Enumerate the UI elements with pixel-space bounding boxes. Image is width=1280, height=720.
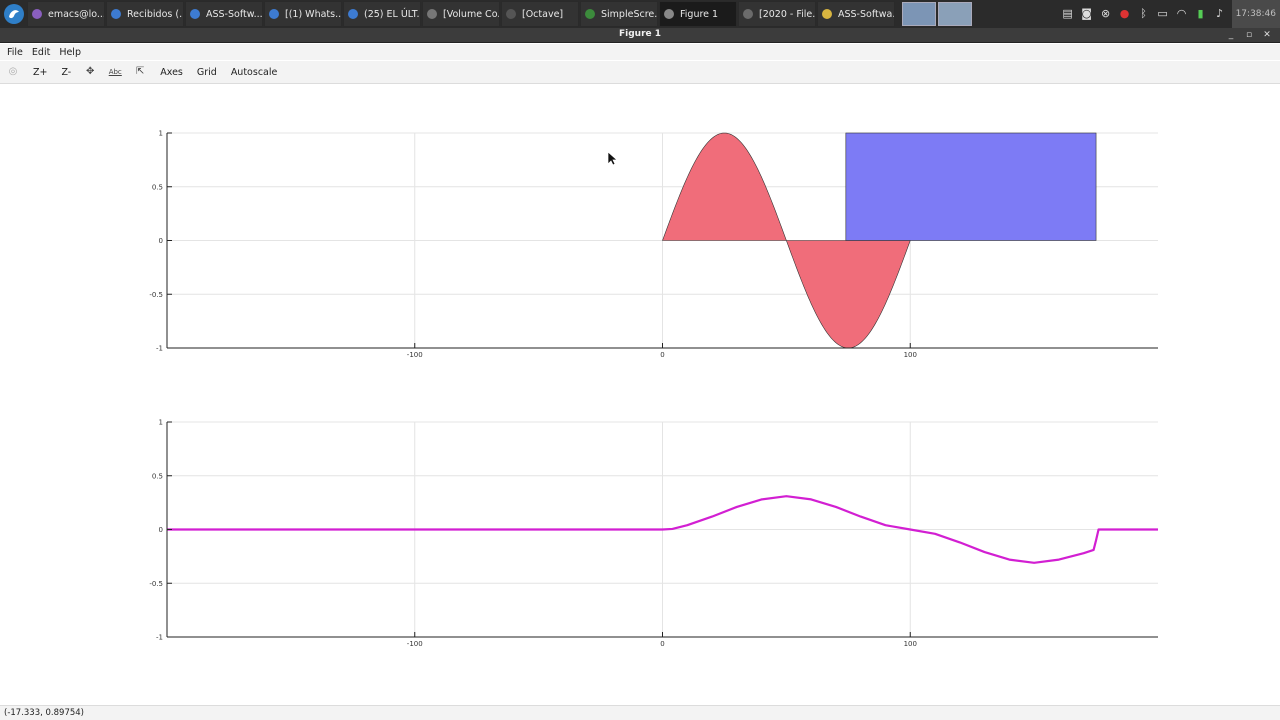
distro-logo-icon (4, 4, 24, 24)
taskbar-task[interactable]: [(1) Whats... (264, 1, 342, 27)
taskbar-task[interactable]: ASS-Softwa... (817, 1, 895, 27)
x-tick-label: 100 (904, 640, 917, 648)
taskbar-task[interactable]: Figure 1 (659, 1, 737, 27)
clipboard-icon[interactable]: ▤ (1061, 7, 1075, 21)
folder-icon (743, 9, 753, 19)
volume-icon (427, 9, 437, 19)
zoom-out-button[interactable]: Z- (61, 67, 71, 78)
y-tick-label: 0 (159, 237, 163, 245)
firefox-icon (348, 9, 358, 19)
taskbar-task[interactable]: (25) EL ÚLT... (343, 1, 421, 27)
x-tick-label: -100 (407, 640, 423, 648)
start-menu-button[interactable] (1, 1, 27, 27)
taskbar-task-label: [2020 - File... (759, 8, 816, 20)
camera-icon[interactable]: ◙ (1080, 7, 1094, 21)
axes-button[interactable]: Axes (160, 67, 183, 78)
octave-icon (506, 9, 516, 19)
window-controls: _ ▫ ✕ (1222, 28, 1276, 42)
launcher-area (902, 2, 974, 26)
bluetooth-icon[interactable]: ᛒ (1137, 7, 1151, 21)
taskbar-task-label: SimpleScre... (601, 8, 658, 20)
clock[interactable]: 17:38:46 (1231, 0, 1280, 28)
y-tick-label: 1 (159, 419, 163, 427)
status-bar: (-17.333, 0.89754) (0, 705, 1280, 720)
taskbar-task[interactable]: [Octave] (501, 1, 579, 27)
x-tick-label: 0 (660, 640, 664, 648)
taskbar-task[interactable]: emacs@lo... (27, 1, 105, 27)
window-titlebar[interactable]: Figure 1 _ ▫ ✕ (0, 28, 1280, 43)
taskbar-task-label: ASS-Softwa... (838, 8, 895, 20)
simplescreenrecorder-icon (585, 9, 595, 19)
y-tick-label: 0 (159, 526, 163, 534)
menu-help[interactable]: Help (59, 47, 81, 58)
close-button[interactable]: ✕ (1258, 28, 1276, 42)
taskbar-task-label: emacs@lo... (48, 8, 105, 20)
taskbar-task-label: ASS-Softw... (206, 8, 263, 20)
select-pointer-icon[interactable]: ⇱ (133, 65, 147, 79)
taskbar-task-label: Recibidos (... (127, 8, 184, 20)
taskbar-task-label: (25) EL ÚLT... (364, 8, 421, 20)
grid-button[interactable]: Grid (197, 67, 217, 78)
terminal-icon[interactable]: ▭ (1156, 7, 1170, 21)
figure-canvas[interactable]: -1 -0.5 0 0.5 1 -100 0 100 -1 -0.5 0 0.5 1 -100 0 100 (0, 85, 1280, 705)
y-tick-label: -1 (156, 345, 163, 353)
cursor-coordinates: (-17.333, 0.89754) (4, 708, 84, 718)
taskbar-task-label: [Octave] (522, 8, 564, 20)
emacs-icon (32, 9, 42, 19)
y-tick-label: -0.5 (149, 291, 163, 299)
taskbar-task-label: Figure 1 (680, 8, 719, 20)
firefox-icon (111, 9, 121, 19)
taskbar-task[interactable]: [2020 - File... (738, 1, 816, 27)
volume-icon[interactable]: ♪ (1213, 7, 1227, 21)
autoscale-button[interactable]: Autoscale (231, 67, 278, 78)
zoom-in-button[interactable]: Z+ (33, 67, 47, 78)
record-icon[interactable]: ● (1118, 7, 1132, 21)
minimize-button[interactable]: _ (1222, 28, 1240, 42)
firefox-icon (269, 9, 279, 19)
wifi-icon[interactable]: ◠ (1175, 7, 1189, 21)
battery-icon[interactable]: ▮ (1194, 7, 1208, 21)
window-title: Figure 1 (618, 29, 662, 39)
firefox-icon (190, 9, 200, 19)
text-tool-icon[interactable]: Abc (108, 65, 122, 79)
rotate-icon[interactable]: ◎ (6, 65, 20, 79)
system-tray: ▤ ◙ ⊗ ● ᛒ ▭ ◠ ▮ ♪ 17:38:46 (1061, 0, 1280, 28)
taskbar-task[interactable]: SimpleScre... (580, 1, 658, 27)
plot-svg: -1 -0.5 0 0.5 1 -100 0 100 -1 -0.5 0 0.5 1 -100 0 100 (149, 130, 1158, 648)
rect-area-series (845, 132, 1097, 241)
maximize-button[interactable]: ▫ (1240, 28, 1258, 42)
pan-icon[interactable]: ✥ (83, 65, 97, 79)
octave-icon (664, 9, 674, 19)
folder-icon (822, 9, 832, 19)
launcher-thumbnail[interactable] (902, 2, 936, 26)
task-list: emacs@lo... Recibidos (... ASS-Softw... [(1… (27, 1, 896, 27)
y-tick-label: 1 (159, 130, 163, 138)
launcher-thumbnail[interactable] (938, 2, 972, 26)
x-tick-label: 100 (904, 351, 917, 359)
taskbar: emacs@lo... Recibidos (... ASS-Softw... [(1… (0, 0, 1280, 28)
menu-file[interactable]: File (7, 47, 23, 58)
menu-edit[interactable]: Edit (32, 47, 50, 58)
x-tick-label: -100 (407, 351, 423, 359)
y-tick-label: -0.5 (149, 580, 163, 588)
taskbar-task-label: [Volume Co... (443, 8, 499, 20)
network-manager-icon[interactable]: ⊗ (1099, 7, 1113, 21)
y-tick-label: -1 (156, 634, 163, 642)
y-tick-label: 0.5 (152, 183, 163, 191)
taskbar-task[interactable]: ASS-Softw... (185, 1, 263, 27)
x-tick-label: 0 (660, 351, 664, 359)
figure-toolbar: ◎ Z+ Z- ✥ Abc ⇱ Axes Grid Autoscale (0, 61, 1280, 84)
y-tick-label: 0.5 (152, 472, 163, 480)
taskbar-task-label: [(1) Whats... (285, 8, 342, 20)
mouse-cursor-icon (607, 151, 618, 166)
menu-bar: File Edit Help (0, 44, 1280, 60)
taskbar-task[interactable]: Recibidos (... (106, 1, 184, 27)
taskbar-task[interactable]: [Volume Co... (422, 1, 500, 27)
